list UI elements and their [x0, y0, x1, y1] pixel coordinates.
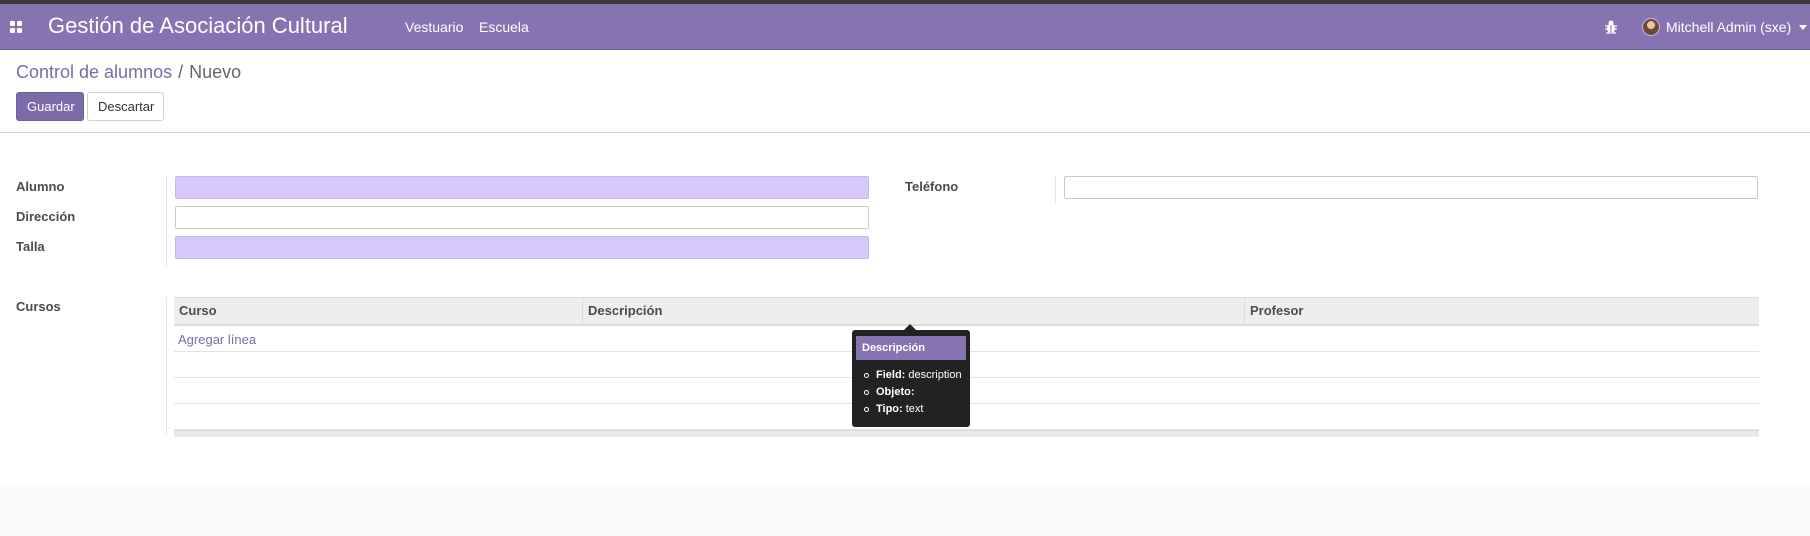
- tooltip-title: Descripción: [856, 336, 966, 360]
- direccion-field[interactable]: [175, 206, 869, 229]
- cursos-label: Cursos: [16, 299, 61, 314]
- apps-icon[interactable]: [10, 21, 22, 33]
- direccion-label: Dirección: [16, 209, 76, 224]
- breadcrumb-current: Nuevo: [189, 62, 242, 82]
- avatar: [1642, 18, 1660, 36]
- column-header-curso[interactable]: Curso: [174, 298, 582, 324]
- right-group-divider: [1055, 176, 1056, 204]
- user-menu[interactable]: Mitchell Admin (sxe): [1642, 17, 1808, 37]
- caret-down-icon: [1799, 24, 1808, 30]
- alumno-label: Alumno: [16, 179, 65, 194]
- tooltip-item: Objeto:: [864, 384, 962, 401]
- tooltip-item: Tipo: text: [864, 401, 962, 418]
- table-header: Curso Descripción Profesor: [174, 297, 1759, 326]
- control-panel: Control de alumnos / Nuevo Guardar Descart…: [0, 50, 1810, 133]
- breadcrumb: Control de alumnos / Nuevo: [16, 62, 241, 83]
- talla-field[interactable]: [175, 236, 869, 259]
- user-name: Mitchell Admin (sxe): [1666, 19, 1792, 35]
- column-header-descripcion[interactable]: Descripción: [582, 298, 1244, 324]
- add-line-link[interactable]: Agregar línea: [178, 332, 256, 347]
- column-header-profesor[interactable]: Profesor: [1244, 298, 1759, 324]
- tooltip-item: Field: description: [864, 367, 962, 384]
- breadcrumb-parent[interactable]: Control de alumnos: [16, 62, 172, 82]
- tooltip-details: Field: description Objeto: Tipo: text: [864, 367, 962, 418]
- cursos-divider: [166, 297, 167, 435]
- field-tooltip: Descripción Field: description Objeto: T…: [852, 324, 970, 427]
- menu-item-escuela[interactable]: Escuela: [479, 19, 529, 35]
- menu-item-vestuario[interactable]: Vestuario: [405, 19, 463, 35]
- bug-icon[interactable]: [1604, 19, 1618, 35]
- discard-button[interactable]: Descartar: [87, 92, 164, 121]
- alumno-field[interactable]: [175, 176, 869, 199]
- left-group-divider: [166, 176, 167, 266]
- talla-label: Talla: [16, 239, 45, 254]
- table-footer: [174, 430, 1759, 437]
- app-title: Gestión de Asociación Cultural: [48, 13, 348, 38]
- page-bottom-area: [0, 485, 1810, 536]
- breadcrumb-separator: /: [178, 62, 184, 82]
- top-navbar: Gestión de Asociación Cultural Vestuario…: [0, 4, 1810, 50]
- save-button[interactable]: Guardar: [16, 92, 84, 121]
- telefono-label: Teléfono: [905, 179, 959, 194]
- telefono-field[interactable]: [1064, 176, 1758, 199]
